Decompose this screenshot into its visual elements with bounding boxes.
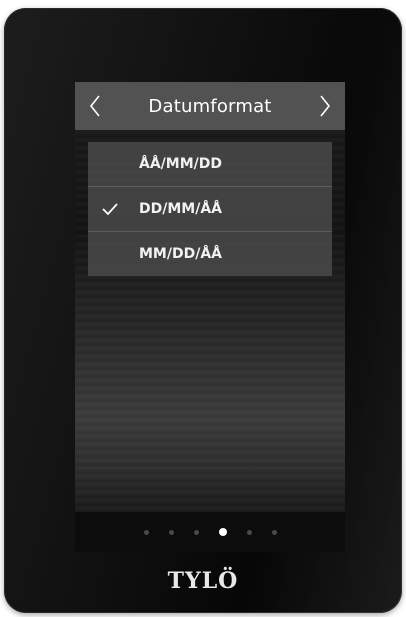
page-dot-6[interactable] [271, 529, 277, 535]
chevron-left-icon [89, 95, 100, 117]
device-frame: Datumformat ÅÅ/MM/DD DD/MM/ÅÅ MM/DD/ÅÅ T… [4, 8, 402, 613]
page-dot-2[interactable] [168, 529, 174, 535]
chevron-right-icon [320, 95, 331, 117]
date-format-list: ÅÅ/MM/DD DD/MM/ÅÅ MM/DD/ÅÅ [88, 142, 332, 276]
screen-header: Datumformat [75, 82, 345, 130]
option-mm-dd-yy[interactable]: MM/DD/ÅÅ [88, 232, 332, 276]
option-label: ÅÅ/MM/DD [139, 156, 223, 172]
page-dot-1[interactable] [143, 529, 149, 535]
option-dd-mm-yy[interactable]: DD/MM/ÅÅ [88, 187, 332, 232]
page-dot-5[interactable] [246, 529, 252, 535]
page-dot-3[interactable] [193, 529, 199, 535]
checkmark-icon [102, 203, 118, 216]
option-label: DD/MM/ÅÅ [139, 201, 223, 217]
touch-screen: Datumformat ÅÅ/MM/DD DD/MM/ÅÅ MM/DD/ÅÅ [75, 82, 345, 552]
brand-logo: TYLÖ [167, 568, 239, 594]
option-label: MM/DD/ÅÅ [139, 246, 223, 262]
next-button[interactable] [305, 82, 345, 130]
option-yy-mm-dd[interactable]: ÅÅ/MM/DD [88, 142, 332, 187]
previous-button[interactable] [75, 82, 115, 130]
page-dot-4-active[interactable] [218, 528, 227, 536]
page-title: Datumformat [148, 95, 272, 117]
page-indicator [75, 512, 345, 552]
